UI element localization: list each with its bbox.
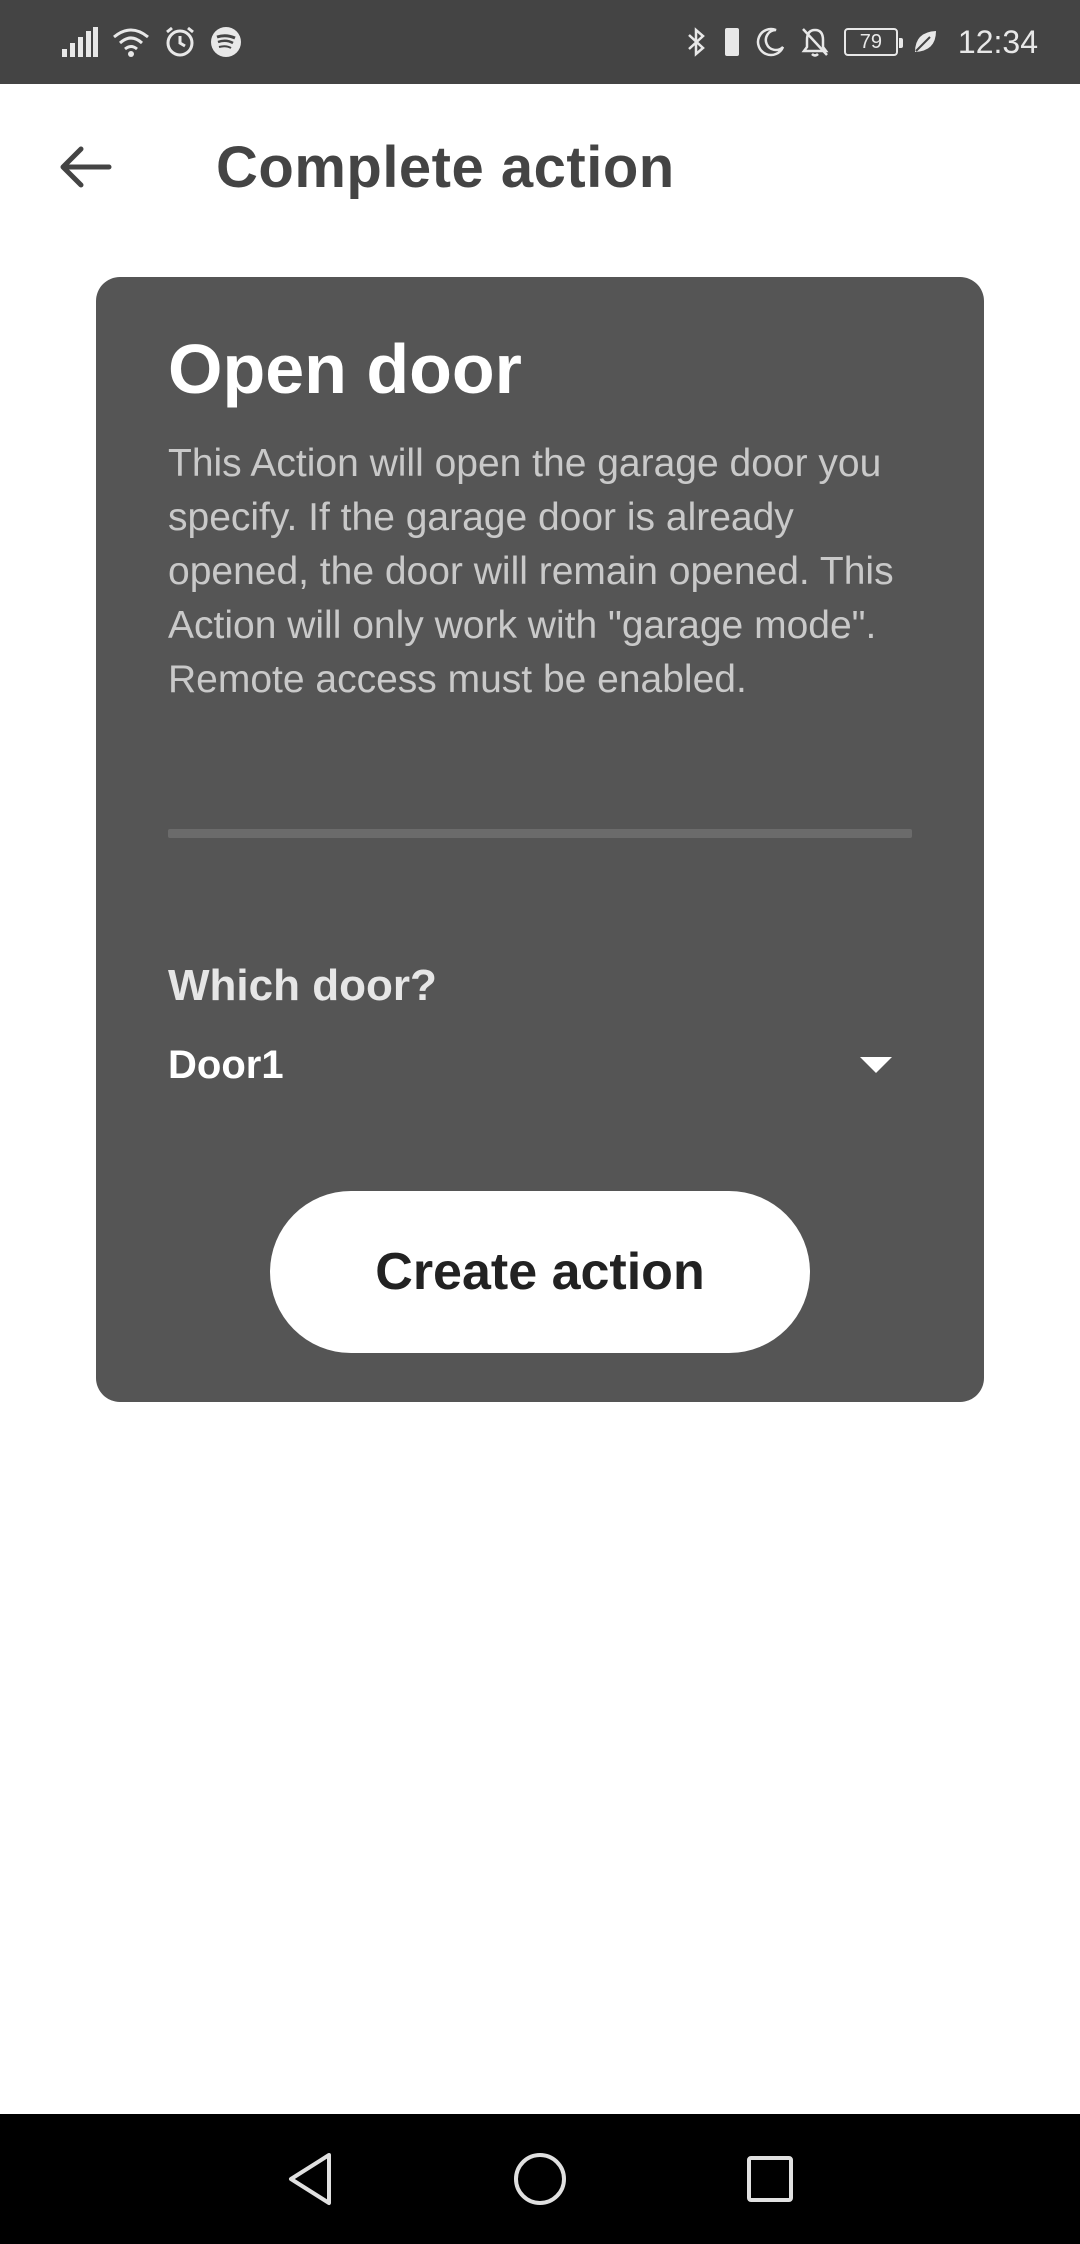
spotify-icon <box>210 26 242 58</box>
alarm-icon <box>164 26 196 58</box>
action-card: Open door This Action will open the gara… <box>96 277 984 1402</box>
arrow-back-icon <box>60 146 112 188</box>
leaf-icon <box>912 29 938 55</box>
app-bar: Complete action <box>0 84 1080 254</box>
door-select[interactable]: Door1 <box>168 1035 912 1095</box>
bell-off-icon <box>800 26 830 58</box>
nav-recents-button[interactable] <box>735 2144 805 2214</box>
vibrate-icon <box>722 26 742 58</box>
home-circle-icon <box>514 2153 566 2205</box>
door-select-value: Door1 <box>168 1042 284 1087</box>
page-title: Complete action <box>216 135 675 200</box>
nav-back-button[interactable] <box>275 2144 345 2214</box>
status-time: 12:34 <box>957 23 1038 60</box>
back-button[interactable] <box>50 132 120 202</box>
status-right: 79 12:34 <box>686 24 1038 61</box>
status-bar: 79 12:34 <box>0 0 1080 84</box>
wifi-icon <box>112 27 150 57</box>
divider <box>168 829 912 838</box>
caret-down-icon <box>860 1057 892 1073</box>
status-left <box>62 26 242 58</box>
signal-icon <box>62 27 98 57</box>
back-triangle-icon <box>289 2153 331 2205</box>
nav-home-button[interactable] <box>505 2144 575 2214</box>
battery-level: 79 <box>859 31 883 53</box>
battery-icon: 79 <box>843 28 903 56</box>
field-label: Which door? <box>168 961 437 1010</box>
create-action-button[interactable]: Create action <box>270 1191 810 1353</box>
navigation-bar <box>0 2114 1080 2244</box>
recents-square-icon <box>747 2156 793 2202</box>
bluetooth-icon <box>686 26 708 58</box>
card-title: Open door <box>168 330 522 408</box>
moon-icon <box>756 27 786 57</box>
card-description: This Action will open the garage door yo… <box>168 442 894 701</box>
screen: 79 12:34 Complete action Open door This … <box>0 0 1080 2244</box>
